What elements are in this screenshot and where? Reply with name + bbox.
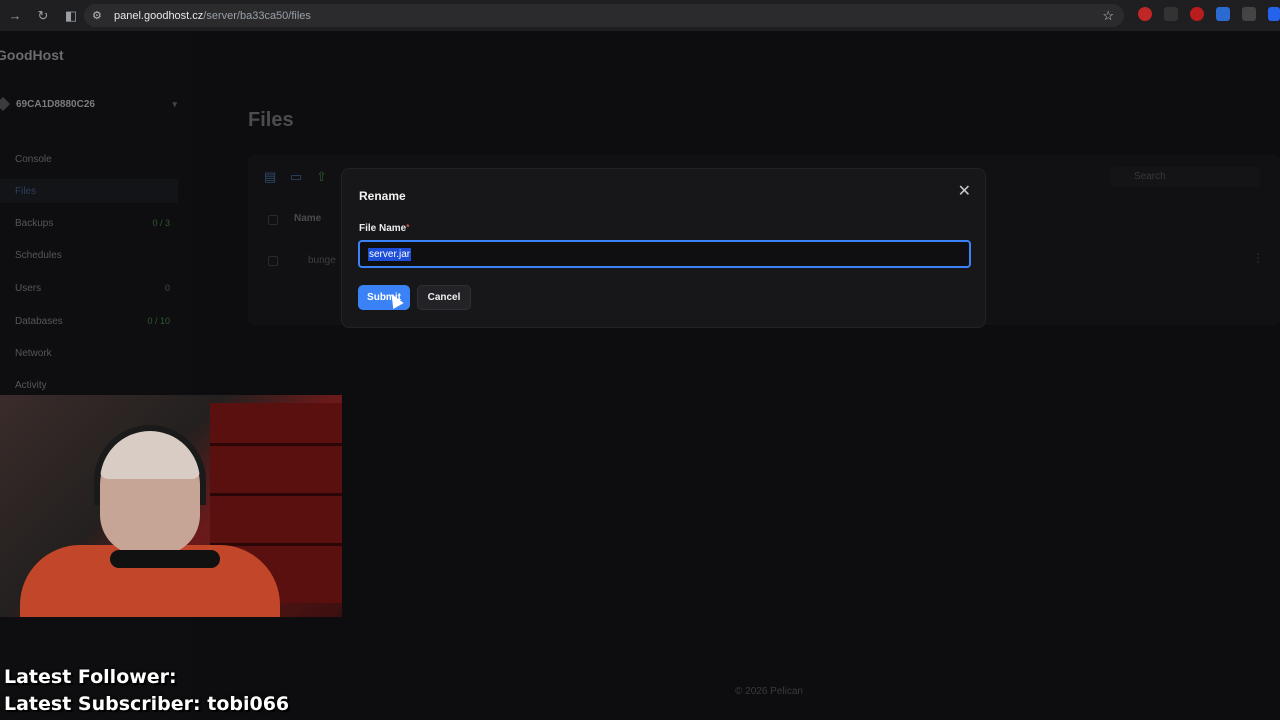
new-file-icon[interactable]: ▤ bbox=[264, 169, 280, 185]
url-path: /server/ba33ca50/files bbox=[203, 9, 311, 22]
cancel-button[interactable]: Cancel bbox=[417, 285, 471, 310]
new-folder-icon[interactable]: ▭ bbox=[290, 169, 306, 185]
rename-dialog: Rename ✕ File Name* server.jar Submit Ca… bbox=[341, 168, 986, 328]
file-row-name[interactable]: bunge bbox=[308, 255, 336, 266]
browser-toolbar: → ↻ ◧ ⚙ panel.goodhost.cz /server/ba33ca… bbox=[0, 0, 1280, 31]
sidebar-item-label: Backups bbox=[15, 217, 54, 229]
sidebar-item-label: Databases bbox=[15, 315, 63, 327]
label-text: File Name bbox=[359, 223, 407, 234]
row-checkbox[interactable] bbox=[268, 256, 278, 266]
file-name-input[interactable]: server.jar bbox=[358, 240, 971, 268]
select-all-checkbox[interactable] bbox=[268, 215, 278, 225]
sidebar-item-label: Console bbox=[15, 153, 52, 165]
sidebar-item-users[interactable]: Users 0 bbox=[0, 276, 178, 300]
extension-icon[interactable] bbox=[1138, 7, 1152, 21]
count-badge: 0 bbox=[164, 283, 170, 293]
headset-icon bbox=[94, 425, 206, 505]
webcam-feed bbox=[0, 395, 342, 617]
submit-button[interactable]: Submit bbox=[358, 285, 410, 310]
sidebar-icon[interactable]: ◧ bbox=[64, 8, 78, 24]
bookmark-star-icon[interactable]: ☆ bbox=[1102, 8, 1114, 24]
site-settings-icon[interactable]: ⚙ bbox=[92, 9, 106, 22]
extension-icon[interactable] bbox=[1190, 7, 1204, 21]
sidebar-item-label: Users bbox=[15, 282, 42, 294]
sidebar-item-label: Network bbox=[15, 347, 52, 359]
column-header-name[interactable]: Name bbox=[294, 213, 321, 224]
sidebar-item-backups[interactable]: Backups 0 / 3 bbox=[0, 211, 178, 235]
server-icon bbox=[0, 96, 11, 112]
upload-icon[interactable]: ⇧ bbox=[316, 169, 332, 185]
file-name-label: File Name* bbox=[359, 223, 409, 234]
count-badge: 0 / 10 bbox=[147, 316, 170, 326]
extension-icon[interactable] bbox=[1216, 7, 1230, 21]
latest-subscriber-text: Latest Subscriber: tobi066 bbox=[4, 693, 290, 715]
server-selector[interactable]: 69CA1D8880C26 ▾ bbox=[0, 91, 185, 117]
latest-follower-text: Latest Follower: bbox=[4, 666, 177, 688]
extension-icon[interactable] bbox=[1164, 7, 1178, 21]
sidebar-item-label: Files bbox=[15, 185, 37, 197]
count-badge: 0 / 3 bbox=[152, 218, 170, 228]
dialog-title: Rename bbox=[359, 189, 406, 203]
brand-logo[interactable]: GoodHost bbox=[0, 47, 64, 63]
url-host: panel.goodhost.cz bbox=[114, 9, 204, 22]
required-marker: * bbox=[406, 223, 410, 232]
sidebar-item-network[interactable]: Network bbox=[0, 341, 178, 365]
profile-icon[interactable] bbox=[1268, 7, 1280, 21]
search-input[interactable]: Search bbox=[1110, 167, 1260, 187]
forward-icon[interactable]: → bbox=[8, 8, 22, 24]
more-options-icon[interactable]: ⋮ bbox=[1252, 251, 1264, 265]
selected-text: server.jar bbox=[368, 247, 412, 261]
browser-nav: → ↻ ◧ bbox=[0, 8, 78, 24]
chevron-down-icon: ▾ bbox=[172, 98, 177, 109]
sidebar-item-activity[interactable]: Activity bbox=[0, 373, 178, 397]
address-bar[interactable]: ⚙ panel.goodhost.cz /server/ba33ca50/fil… bbox=[84, 4, 1124, 27]
sidebar-item-databases[interactable]: Databases 0 / 10 bbox=[0, 309, 178, 333]
microphone-icon bbox=[110, 550, 220, 568]
sidebar-item-schedules[interactable]: Schedules bbox=[0, 243, 178, 267]
reload-icon[interactable]: ↻ bbox=[36, 8, 50, 24]
sidebar-item-console[interactable]: Console bbox=[0, 147, 178, 171]
close-icon[interactable]: ✕ bbox=[958, 181, 971, 201]
server-name: 69CA1D8880C26 bbox=[16, 98, 95, 110]
page-title: Files bbox=[248, 109, 294, 131]
footer-copyright: © 2026 Pelican bbox=[735, 686, 803, 697]
sidebar-item-label: Activity bbox=[15, 379, 47, 391]
sidebar-item-files[interactable]: Files bbox=[0, 179, 178, 203]
extension-icon[interactable] bbox=[1242, 7, 1256, 21]
sidebar-item-label: Schedules bbox=[15, 249, 62, 261]
